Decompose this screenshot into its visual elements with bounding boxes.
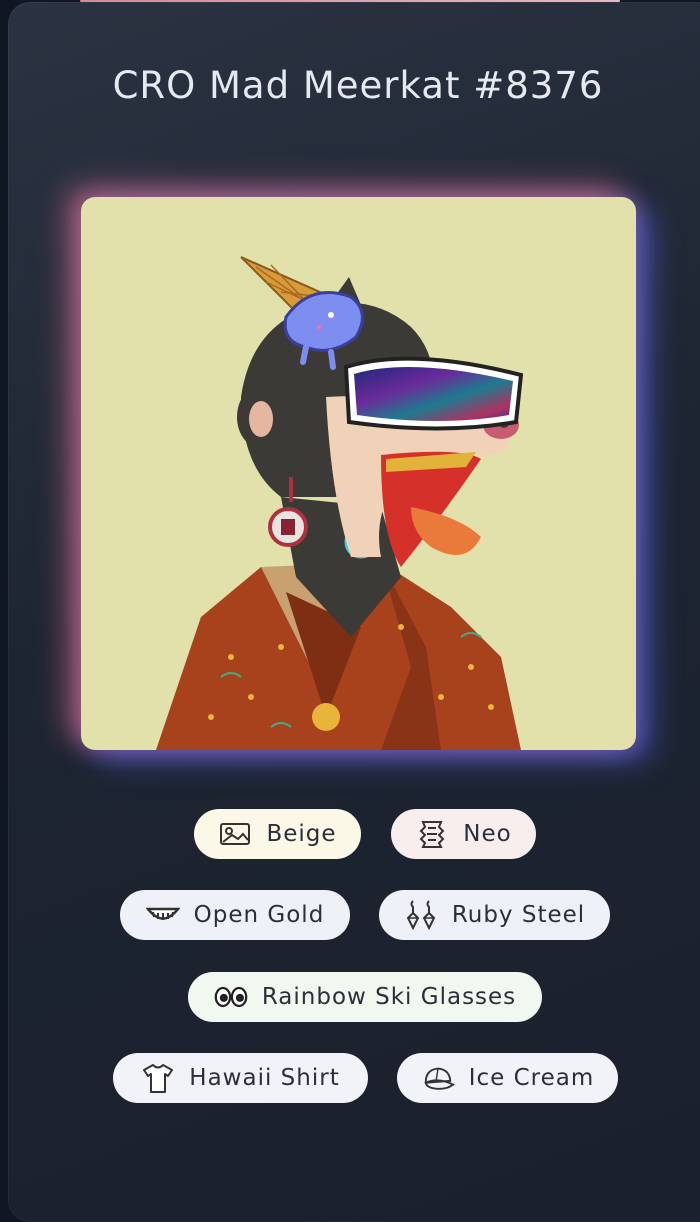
trait-label: Open Gold [193,902,325,928]
trait-label: Neo [463,821,512,847]
trait-label: Ruby Steel [451,902,586,928]
trait-label: Rainbow Ski Glasses [261,984,517,1010]
eyes-icon [214,982,248,1012]
trait-chip-earring[interactable]: Ruby Steel [379,890,610,940]
trait-chip-hat[interactable]: Ice Cream [397,1053,618,1103]
trait-chip-clothes[interactable]: Hawaii Shirt [113,1053,368,1103]
fur-pattern-icon [415,819,449,849]
trait-label: Hawaii Shirt [189,1065,340,1091]
cap-icon [421,1063,455,1093]
nft-artwork[interactable] [81,197,636,750]
trait-chip-fur[interactable]: Neo [391,809,536,859]
trait-label: Ice Cream [468,1065,595,1091]
trait-chip-mouth[interactable]: Open Gold [120,890,350,940]
trait-label: Beige [266,821,337,847]
trait-chip-eyes[interactable]: Rainbow Ski Glasses [188,972,542,1022]
earrings-icon [404,900,438,931]
grin-mouth-icon [145,900,180,930]
image-icon [218,819,252,849]
nft-title: CRO Mad Meerkat #8376 [112,64,604,107]
trait-chip-background[interactable]: Beige [194,809,361,859]
shirt-icon [141,1063,175,1093]
meerkat-illustration [156,256,524,750]
